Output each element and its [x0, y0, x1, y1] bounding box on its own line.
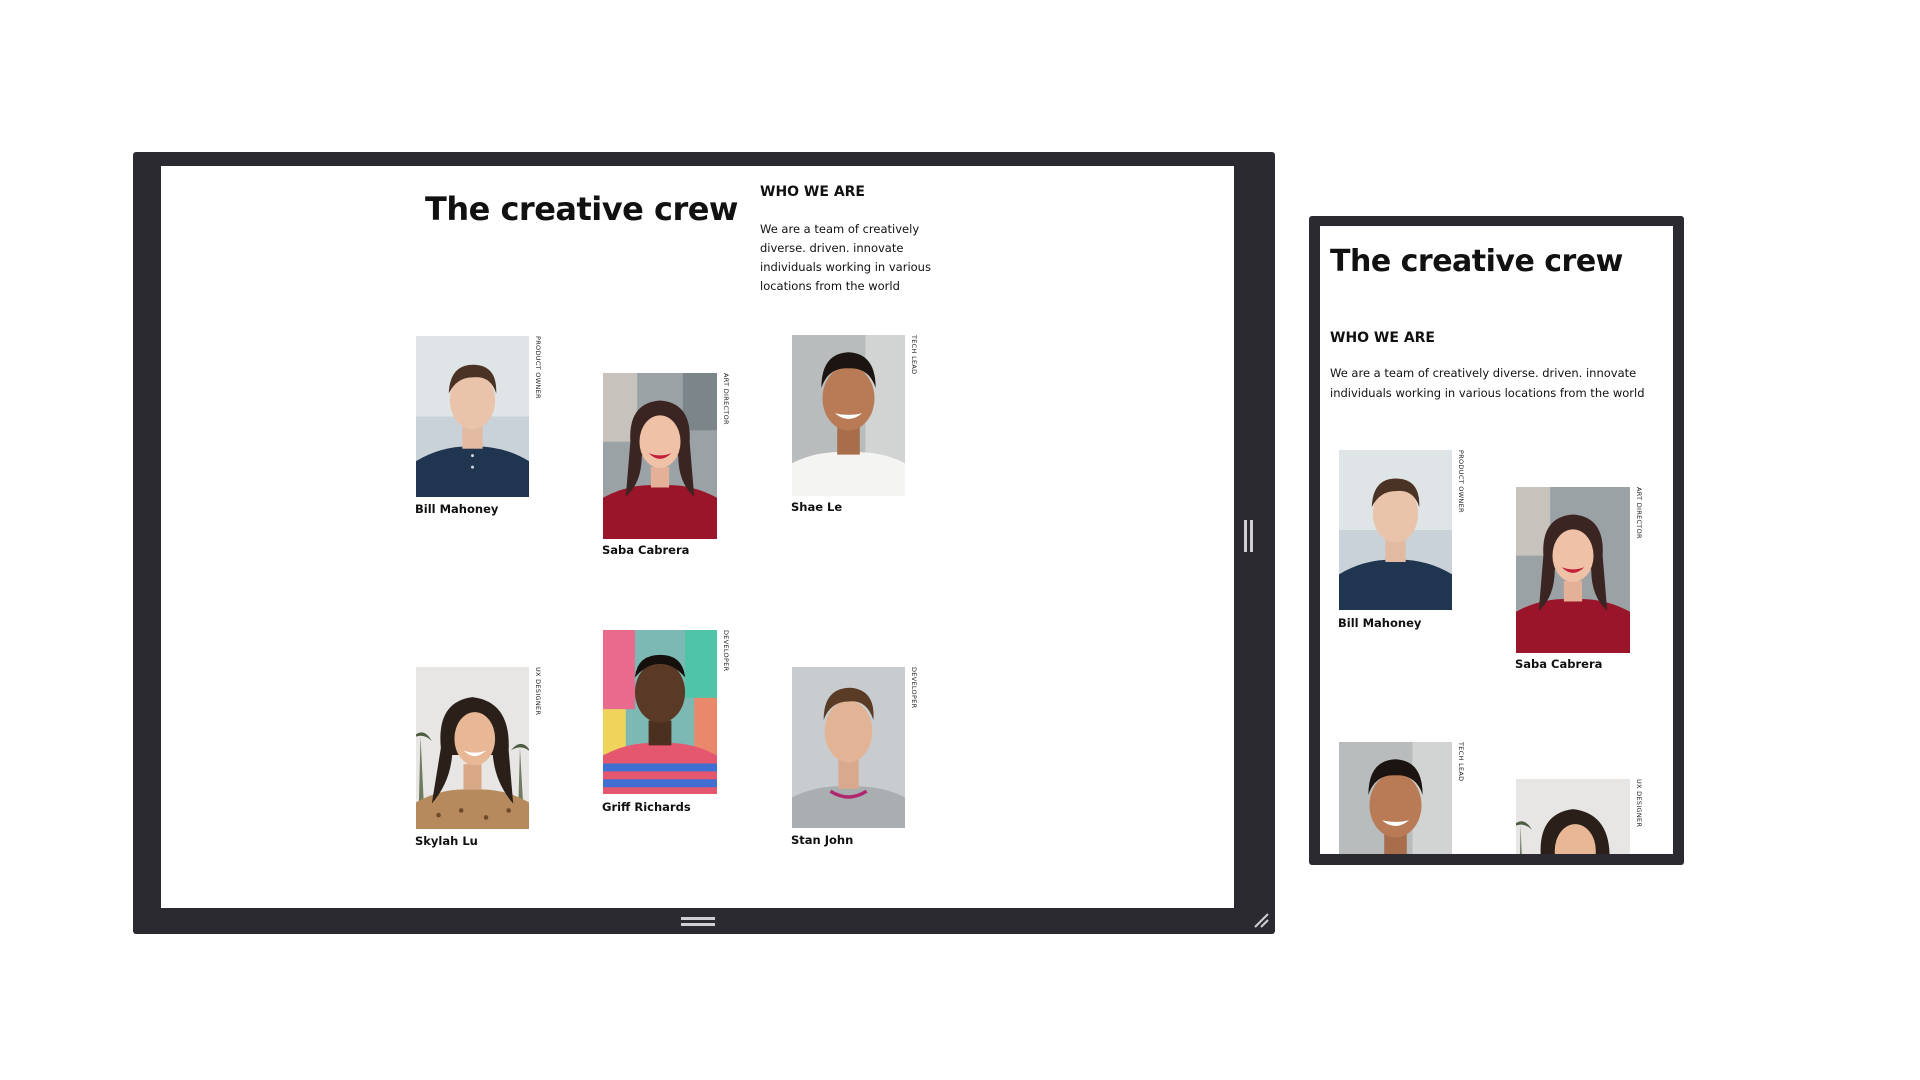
horizontal-resize-handle-icon[interactable]	[681, 917, 715, 926]
member-name: Skylah Lu	[415, 834, 478, 848]
member-name: Bill Mahoney	[1338, 616, 1422, 630]
member-name: Stan John	[791, 833, 854, 847]
corner-resize-grip-icon[interactable]	[1253, 912, 1269, 928]
member-photo	[1339, 450, 1452, 610]
page-title: The creative crew	[425, 190, 738, 228]
page-title: The creative crew	[1330, 244, 1623, 279]
desktop-preview-frame: The creative crew WHO WE ARE We are a te…	[133, 152, 1275, 934]
member-photo	[1339, 742, 1452, 854]
member-photo	[603, 373, 717, 539]
member-name: Shae Le	[791, 500, 843, 514]
member-role: UX DESIGNER	[1635, 779, 1643, 828]
member-name: Bill Mahoney	[415, 502, 499, 516]
member-role: UX DESIGNER	[534, 667, 542, 716]
member-photo	[1516, 779, 1630, 854]
vertical-resize-handle-icon[interactable]	[1244, 520, 1253, 552]
member-role: TECH LEAD	[910, 335, 918, 375]
member-role: DEVELOPER	[910, 667, 918, 709]
member-photo	[416, 667, 529, 829]
about-heading: WHO WE ARE	[760, 184, 865, 200]
about-text: We are a team of creatively diverse. dri…	[1330, 366, 1645, 400]
member-photo	[792, 667, 905, 828]
member-photo	[416, 336, 529, 497]
member-photo	[1516, 487, 1630, 653]
member-role: PRODUCT OWNER	[534, 336, 542, 399]
member-role: TECH LEAD	[1457, 742, 1465, 782]
member-role: DEVELOPER	[722, 630, 730, 672]
member-name: Saba Cabrera	[1515, 657, 1603, 671]
about-text: We are a team of creatively diverse. dri…	[760, 222, 931, 293]
about-heading: WHO WE ARE	[1330, 330, 1435, 346]
desktop-preview-viewport[interactable]: The creative crew WHO WE ARE We are a te…	[161, 166, 1234, 908]
member-role: ART DIRECTOR	[1635, 487, 1643, 539]
member-photo	[792, 335, 905, 496]
mobile-preview-viewport[interactable]: The creative crew WHO WE ARE We are a te…	[1320, 226, 1673, 854]
member-photo	[603, 630, 717, 794]
mobile-preview-frame: The creative crew WHO WE ARE We are a te…	[1309, 216, 1684, 865]
member-role: ART DIRECTOR	[722, 373, 730, 425]
member-name: Griff Richards	[602, 800, 691, 814]
member-name: Saba Cabrera	[602, 543, 690, 557]
member-role: PRODUCT OWNER	[1457, 450, 1465, 513]
